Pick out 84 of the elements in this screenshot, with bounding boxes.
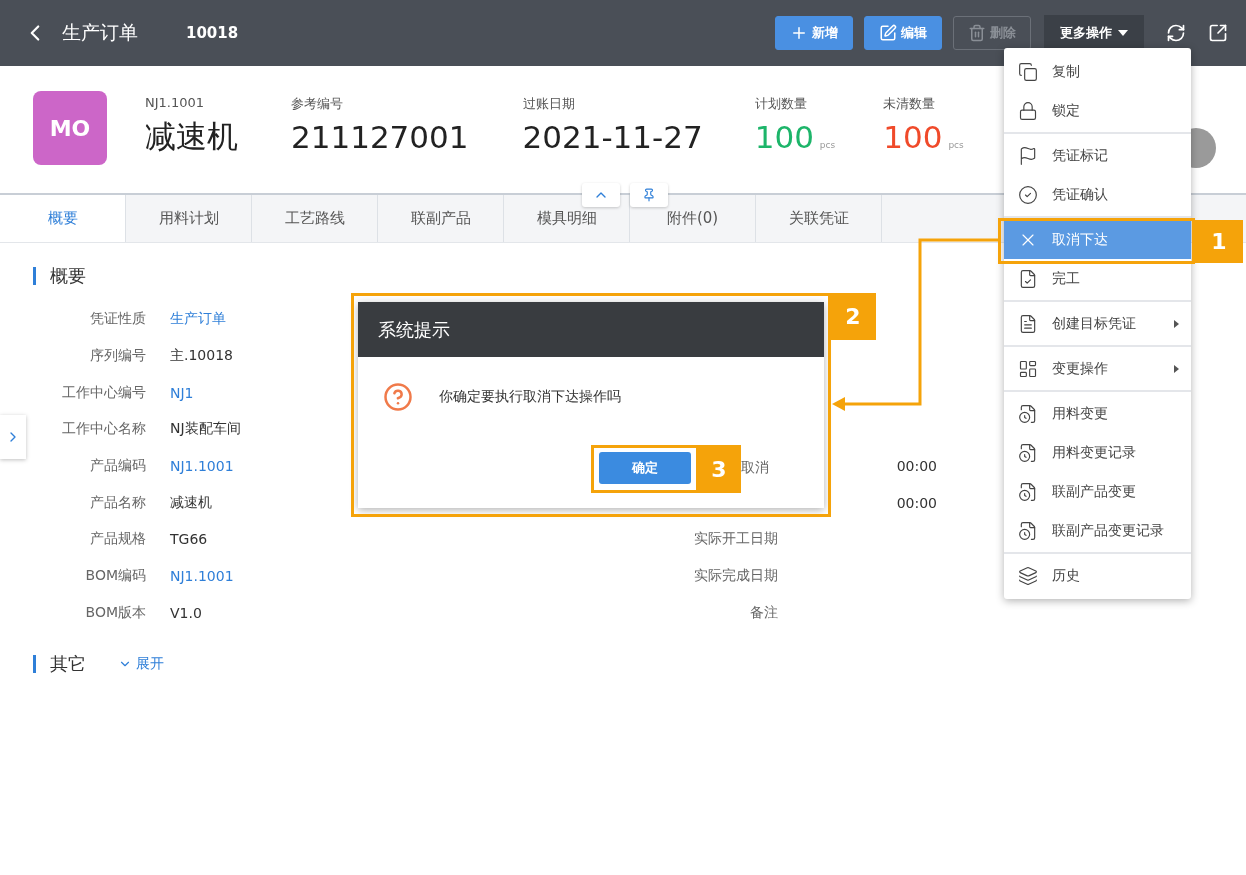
lock-icon	[1018, 100, 1038, 121]
copy-icon	[1018, 61, 1038, 82]
step-number-badge: 1	[1195, 220, 1243, 263]
field-label: 工作中心编号	[62, 383, 146, 402]
refresh-icon[interactable]	[1166, 23, 1186, 43]
edit-icon	[879, 24, 897, 42]
dialog-title: 系统提示	[358, 302, 824, 357]
unit-label: pcs	[819, 140, 836, 150]
layout-icon	[1018, 358, 1038, 379]
field-label: 凭证性质	[90, 310, 146, 329]
field-label: 工作中心名称	[62, 420, 146, 439]
summary-label: 未清数量	[883, 95, 937, 113]
summary-value: 100	[754, 119, 814, 155]
dialog-message: 你确定要执行取消下达操作吗	[439, 388, 621, 406]
field-label: 实际开工日期	[694, 530, 778, 549]
summary-value: 2021-11-27	[522, 119, 703, 155]
question-icon	[383, 382, 413, 412]
field-value: TG66	[170, 531, 208, 548]
menu-item[interactable]: 复制	[1004, 52, 1191, 91]
trash-icon	[968, 24, 986, 42]
field-value: 00:00	[896, 458, 937, 475]
file-check-icon	[1018, 268, 1038, 289]
menu-item[interactable]: 历史	[1004, 556, 1191, 595]
export-icon[interactable]	[1208, 23, 1228, 43]
pin-icon[interactable]	[630, 183, 668, 207]
menu-item[interactable]: 用料变更记录	[1004, 433, 1191, 472]
expand-link[interactable]: 展开	[118, 655, 164, 674]
menu-item[interactable]: 联副产品变更记录	[1004, 511, 1191, 550]
field-label: 产品规格	[90, 530, 146, 549]
file-clock-icon	[1018, 442, 1038, 463]
field-value: V1.0	[170, 604, 202, 621]
summary-label: NJ1.1001	[145, 95, 206, 110]
submenu-arrow-icon	[1174, 364, 1179, 373]
summary-value: 100	[883, 119, 943, 155]
field-value: 00:00	[896, 494, 937, 511]
file-clock-icon	[1018, 481, 1038, 502]
plus-icon	[790, 24, 808, 42]
field-label: 序列编号	[90, 347, 146, 366]
summary-label: 计划数量	[754, 95, 808, 113]
summary-value: 减速机	[145, 117, 238, 156]
field-label: BOM编码	[85, 567, 146, 586]
menu-item[interactable]: 联副产品变更	[1004, 472, 1191, 511]
field-link[interactable]: NJ1	[170, 384, 194, 401]
field-label: 实际完成日期	[694, 567, 778, 586]
file-clock-icon	[1018, 520, 1038, 541]
ok-button[interactable]: 确定	[599, 452, 691, 484]
field-label: 备注	[750, 603, 778, 622]
file-clock-icon	[1018, 403, 1038, 424]
field-label: 产品编码	[90, 457, 146, 476]
more-actions-button[interactable]: 更多操作	[1044, 15, 1144, 51]
layers-icon	[1018, 565, 1038, 586]
step-number-badge: 2	[830, 293, 876, 340]
order-type-badge: MO	[33, 91, 107, 165]
flag-icon	[1018, 145, 1038, 166]
field-link[interactable]: 生产订单	[170, 310, 226, 329]
menu-item[interactable]: 用料变更	[1004, 394, 1191, 433]
submenu-arrow-icon	[1174, 319, 1179, 328]
menu-item[interactable]: 凭证标记	[1004, 136, 1191, 175]
menu-item[interactable]: 锁定	[1004, 91, 1191, 130]
menu-item[interactable]: 凭证确认	[1004, 175, 1191, 214]
menu-item[interactable]: 变更操作	[1004, 349, 1191, 388]
step-number-badge: 3	[697, 445, 741, 493]
section-title: 其它	[50, 652, 86, 677]
summary-value: 211127001	[291, 119, 469, 155]
field-label: BOM版本	[85, 603, 146, 622]
page-title: 生产订单	[62, 20, 138, 45]
field-value: 减速机	[170, 493, 212, 512]
menu-item[interactable]: 完工	[1004, 259, 1191, 298]
unit-label: pcs	[948, 140, 964, 150]
field-link[interactable]: NJ1.1001	[170, 458, 234, 475]
field-label: 产品名称	[90, 493, 146, 512]
order-number: 10018	[186, 24, 239, 42]
summary-label: 过账日期	[522, 95, 576, 113]
summary-label: 参考编号	[291, 95, 344, 113]
cancel-button[interactable]: 取消	[741, 459, 769, 477]
field-link[interactable]: NJ1.1001	[170, 568, 234, 585]
caret-icon	[1118, 30, 1128, 36]
tab[interactable]: 概要	[0, 195, 126, 242]
field-value: NJ装配车间	[170, 420, 241, 439]
menu-item[interactable]: 创建目标凭证	[1004, 304, 1191, 343]
document-icon	[1018, 313, 1038, 334]
field-value: 主.10018	[170, 347, 233, 366]
check-circle-icon	[1018, 184, 1038, 205]
section-title: 概要	[50, 264, 86, 288]
